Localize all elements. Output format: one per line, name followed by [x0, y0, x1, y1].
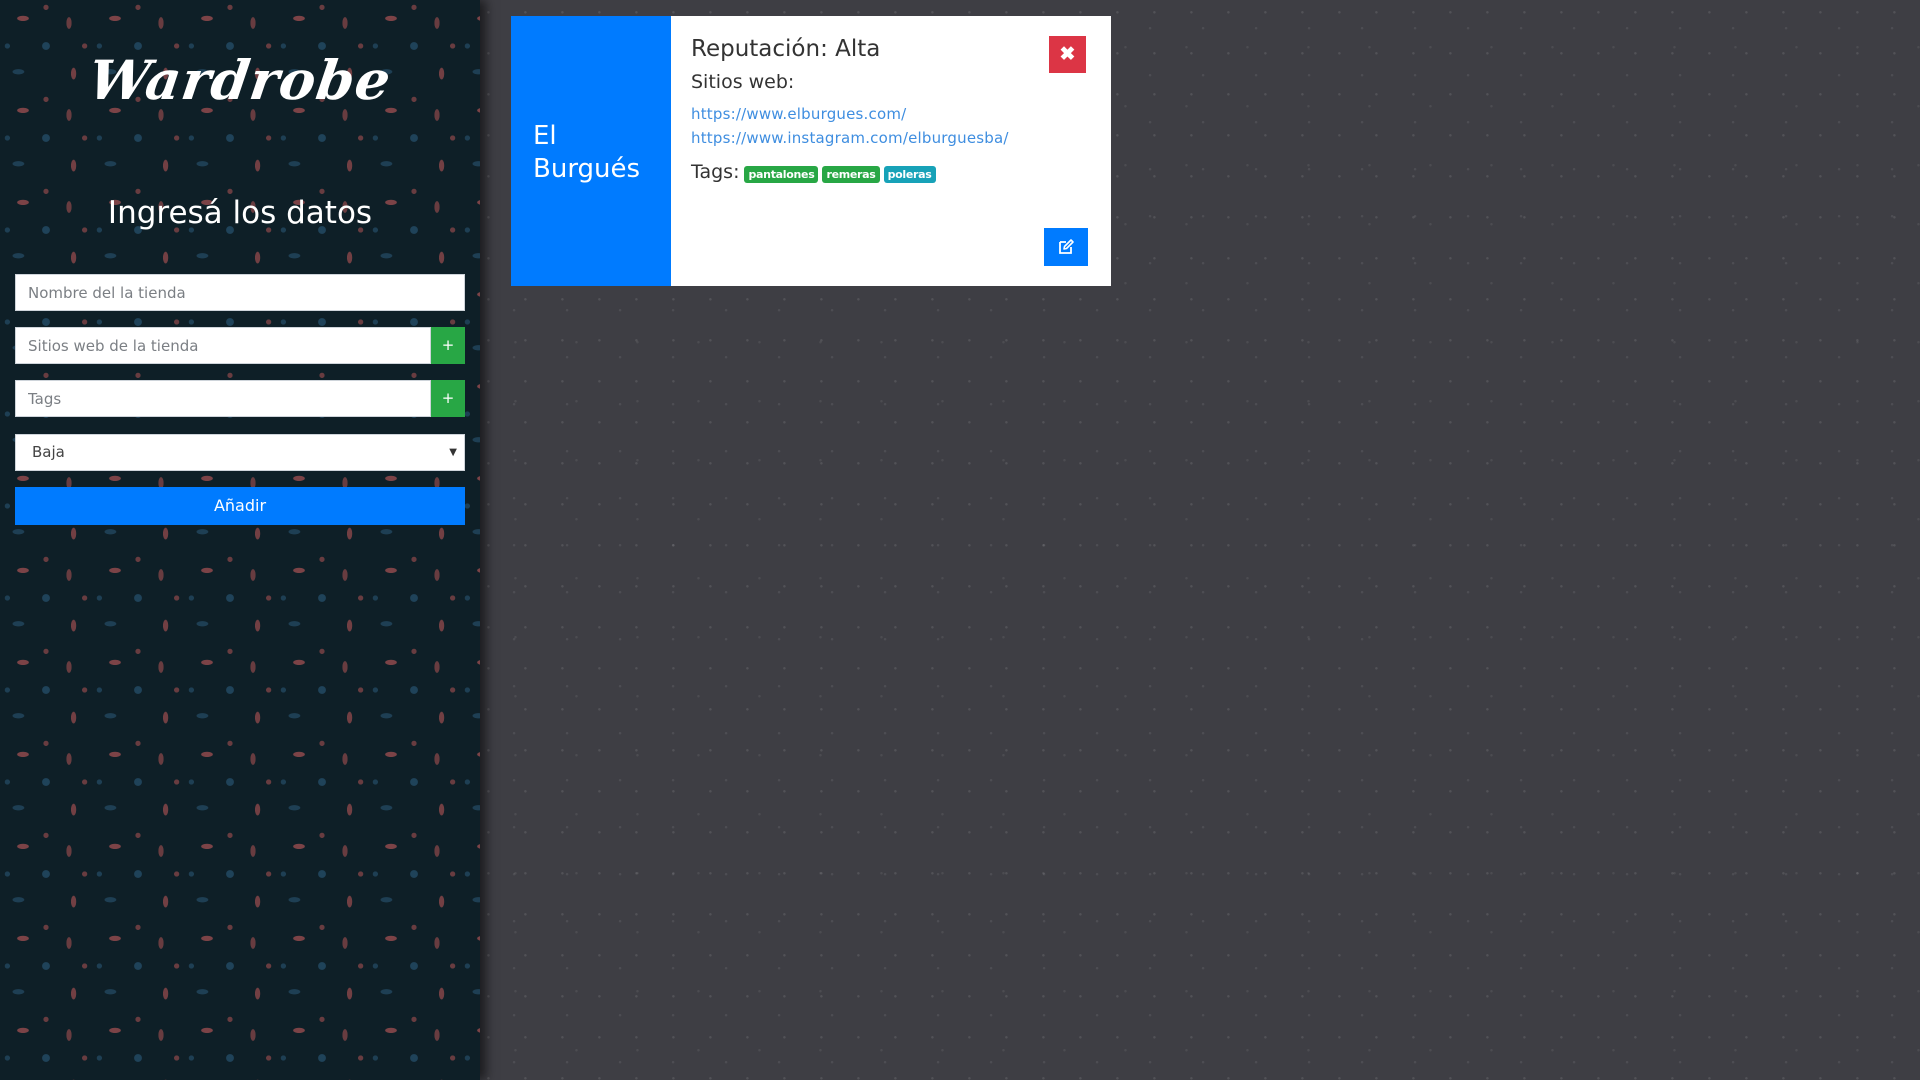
- form-title: Ingresá los datos: [107, 195, 373, 231]
- store-name: El Burgués: [533, 121, 641, 184]
- close-icon: ✖: [1059, 44, 1076, 65]
- edit-icon: [1059, 239, 1074, 254]
- add-website-button[interactable]: +: [431, 327, 465, 364]
- store-card-header: El Burgués: [511, 16, 671, 286]
- reputation-select-value: Baja: [32, 443, 65, 461]
- tag-badge: pantalones: [744, 165, 819, 183]
- tag-badge: poleras: [883, 165, 936, 183]
- edit-card-button[interactable]: [1044, 228, 1088, 266]
- sidebar: Wardrobe Ingresá los datos + + Baja ▼ Añ…: [0, 0, 480, 1080]
- sites-list: https://www.elburgues.com/ https://www.i…: [691, 102, 1091, 150]
- reputation-text: Reputación: Alta: [691, 36, 881, 62]
- store-name-input[interactable]: [15, 274, 465, 311]
- sites-label: Sitios web:: [691, 71, 795, 93]
- store-card: El Burgués Reputación: Alta Sitios web: …: [511, 16, 1111, 286]
- store-card-body: Reputación: Alta Sitios web: https://www…: [671, 16, 1111, 286]
- logo: Wardrobe: [84, 48, 396, 112]
- website-input[interactable]: [15, 327, 431, 364]
- site-link[interactable]: https://www.elburgues.com/: [691, 102, 1091, 126]
- reputation-select[interactable]: Baja ▼: [15, 434, 465, 471]
- tag-badge: remeras: [822, 165, 880, 183]
- add-store-button[interactable]: Añadir: [15, 487, 465, 525]
- delete-card-button[interactable]: ✖: [1049, 36, 1086, 73]
- tags-row: Tags: pantalones remeras poleras: [691, 161, 1091, 183]
- add-tag-button[interactable]: +: [431, 380, 465, 417]
- tags-label: Tags:: [691, 161, 740, 183]
- tags-input[interactable]: [15, 380, 431, 417]
- caret-down-icon: ▼: [449, 447, 457, 458]
- site-link[interactable]: https://www.instagram.com/elburguesba/: [691, 126, 1091, 150]
